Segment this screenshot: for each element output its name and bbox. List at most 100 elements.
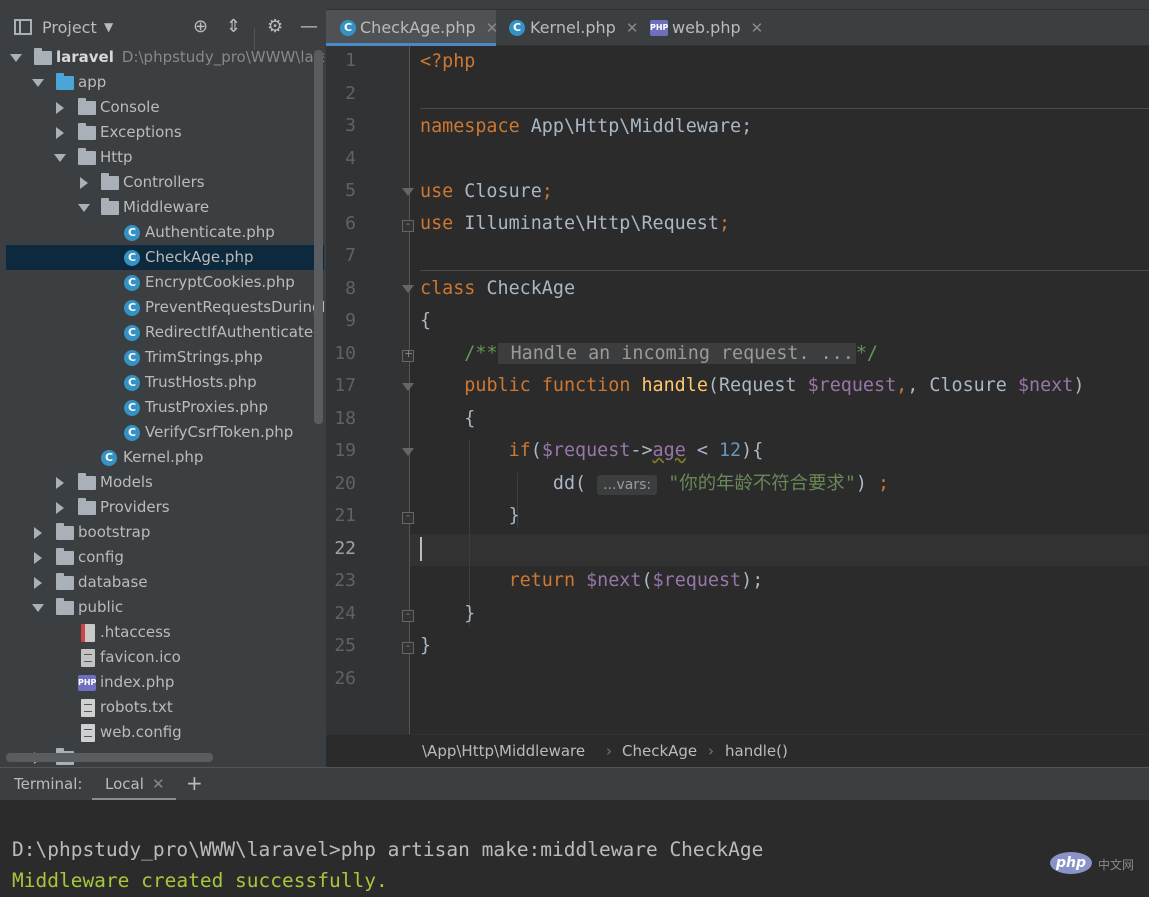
expand-arrow-icon[interactable] xyxy=(34,527,42,539)
tree-item-verifycsrftoken[interactable]: C VerifyCsrfToken.php xyxy=(6,420,324,445)
tree-item-console[interactable]: Console xyxy=(6,95,324,120)
tree-item-label: EncryptCookies.php xyxy=(145,273,295,291)
fold-marker-icon[interactable] xyxy=(402,383,414,391)
tree-item-trimstrings[interactable]: C TrimStrings.php xyxy=(6,345,324,370)
chevron-down-icon[interactable]: ▼ xyxy=(104,20,113,34)
tree-item-label: Authenticate.php xyxy=(145,223,275,241)
expand-arrow-icon[interactable] xyxy=(80,177,88,189)
tree-item-robots[interactable]: robots.txt xyxy=(6,695,324,720)
text-file-icon xyxy=(81,699,95,717)
folder-icon xyxy=(56,73,74,90)
fold-marker-icon[interactable] xyxy=(402,188,414,196)
expand-arrow-icon[interactable] xyxy=(10,54,22,62)
locate-icon[interactable]: ⊕ xyxy=(193,16,208,38)
text-caret xyxy=(420,537,422,561)
fold-end-icon[interactable] xyxy=(402,217,414,232)
tab-kernel[interactable]: C Kernel.php ✕ xyxy=(496,10,638,46)
add-terminal-icon[interactable]: + xyxy=(186,771,203,795)
terminal-tab-local[interactable]: Local ✕ xyxy=(92,768,176,801)
fold-marker-icon[interactable] xyxy=(402,285,414,293)
expand-arrow-icon[interactable] xyxy=(34,577,42,589)
code-line-1: <?php xyxy=(420,51,476,72)
expand-arrow-icon[interactable] xyxy=(32,604,44,612)
tree-item-http[interactable]: Http xyxy=(6,145,324,170)
code-editor[interactable]: 1 2 3 4 5 6 7 8 9 10 17 18 19 20 21 22 2… xyxy=(326,46,1149,734)
tree-item-redirectifauthenticated[interactable]: C RedirectIfAuthenticated.php xyxy=(6,320,324,345)
project-panel-title[interactable]: Project xyxy=(42,18,97,37)
breadcrumb: \App\Http\Middleware › CheckAge › handle… xyxy=(326,734,1149,767)
tree-item-providers[interactable]: Providers xyxy=(6,495,324,520)
expand-arrow-icon[interactable] xyxy=(56,502,64,514)
tree-item-label: app xyxy=(78,73,107,91)
tree-item-label: CheckAge.php xyxy=(145,248,254,266)
tree-item-label: laravel xyxy=(56,48,114,66)
breadcrumb-class[interactable]: CheckAge xyxy=(622,735,697,768)
collapse-all-icon[interactable]: ⇕ xyxy=(226,16,241,38)
tree-item-laravel[interactable]: laravel D:\phpstudy_pro\WWW\laravel xyxy=(6,45,324,70)
expand-arrow-icon[interactable] xyxy=(56,127,64,139)
tree-item-favicon[interactable]: favicon.ico xyxy=(6,645,324,670)
folder-icon xyxy=(101,198,119,215)
tree-item-authenticate[interactable]: C Authenticate.php xyxy=(6,220,324,245)
tree-item-index[interactable]: PHP index.php xyxy=(6,670,324,695)
fold-end-icon[interactable] xyxy=(402,509,414,524)
tree-item-webconfig[interactable]: web.config xyxy=(6,720,324,745)
code-line-17: public function handle(Request $request,… xyxy=(464,375,1085,396)
expand-arrow-icon[interactable] xyxy=(78,204,90,212)
tree-item-config[interactable]: config xyxy=(6,545,324,570)
tree-item-exceptions[interactable]: Exceptions xyxy=(6,120,324,145)
tree-item-preventrequests[interactable]: C PreventRequestsDuringMaintenance.php xyxy=(6,295,324,320)
expand-arrow-icon[interactable] xyxy=(56,477,64,489)
tree-item-bootstrap[interactable]: bootstrap xyxy=(6,520,324,545)
tree-item-database[interactable]: database xyxy=(6,570,324,595)
breadcrumb-method[interactable]: handle() xyxy=(725,735,788,768)
line-number: 3 xyxy=(345,115,356,136)
fold-marker-icon[interactable] xyxy=(402,448,414,456)
expand-arrow-icon[interactable] xyxy=(56,102,64,114)
tree-item-htaccess[interactable]: .htaccess xyxy=(6,620,324,645)
line-number: 21 xyxy=(334,505,356,526)
tree-item-label: Middleware xyxy=(123,198,210,216)
tree-item-label: PreventRequestsDuringMaintenance.php xyxy=(145,298,324,316)
folder-icon xyxy=(78,123,96,140)
tree-item-public[interactable]: public xyxy=(6,595,324,620)
expand-arrow-icon[interactable] xyxy=(34,552,42,564)
tree-item-kernel[interactable]: C Kernel.php xyxy=(6,445,324,470)
watermark-text: 中文网 xyxy=(1098,858,1135,872)
tab-web[interactable]: PHP web.php ✕ xyxy=(638,10,768,46)
tree-item-controllers[interactable]: Controllers xyxy=(6,170,324,195)
horizontal-scrollbar[interactable] xyxy=(6,753,213,762)
fold-end-icon[interactable] xyxy=(402,639,414,654)
fold-end-icon[interactable] xyxy=(402,607,414,622)
php-logo: php xyxy=(1050,852,1092,874)
vertical-scrollbar[interactable] xyxy=(314,50,323,424)
tree-item-trusthosts[interactable]: C TrustHosts.php xyxy=(6,370,324,395)
tree-item-checkage[interactable]: C CheckAge.php xyxy=(6,245,324,270)
tab-checkage[interactable]: C CheckAge.php ✕ xyxy=(326,10,498,46)
tree-item-trustproxies[interactable]: C TrustProxies.php xyxy=(6,395,324,420)
expand-arrow-icon[interactable] xyxy=(32,79,44,87)
line-number: 10 xyxy=(334,343,356,364)
close-icon[interactable]: ✕ xyxy=(152,775,165,793)
tab-label: web.php xyxy=(672,18,741,37)
tree-item-models[interactable]: Models xyxy=(6,470,324,495)
tree-item-encryptcookies[interactable]: C EncryptCookies.php xyxy=(6,270,324,295)
php-class-icon: C xyxy=(124,225,140,241)
terminal-output[interactable]: D:\phpstudy_pro\WWW\laravel>php artisan … xyxy=(0,800,1149,897)
tab-label: Kernel.php xyxy=(530,18,616,37)
folded-doc-comment[interactable]: Handle an incoming request. ... xyxy=(497,343,856,364)
close-icon[interactable]: ✕ xyxy=(751,19,764,37)
tree-item-middleware[interactable]: Middleware xyxy=(6,195,324,220)
breadcrumb-namespace[interactable]: \App\Http\Middleware xyxy=(422,735,585,768)
gear-icon[interactable]: ⚙ xyxy=(267,16,283,38)
close-icon[interactable]: ✕ xyxy=(626,19,639,37)
project-path: D:\phpstudy_pro\WWW\laravel xyxy=(121,48,324,66)
tree-item-app[interactable]: app xyxy=(6,70,324,95)
minimize-icon[interactable]: — xyxy=(300,16,318,38)
fold-expand-icon[interactable] xyxy=(402,347,414,362)
php-file-icon: PHP xyxy=(650,20,668,36)
line-number: 7 xyxy=(345,245,356,266)
tree-item-label: robots.txt xyxy=(100,698,173,716)
expand-arrow-icon[interactable] xyxy=(54,154,66,162)
terminal-toolbar: Terminal: Local ✕ + xyxy=(0,767,1149,801)
